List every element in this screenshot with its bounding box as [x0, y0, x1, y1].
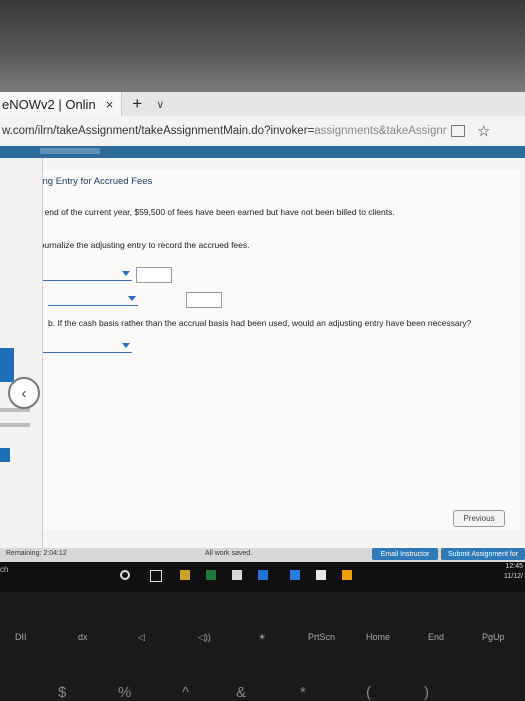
key-pgup: PgUp [482, 632, 505, 642]
key-dollar: $ [58, 684, 67, 701]
key-mute: dx [78, 632, 88, 642]
new-tab-icon[interactable]: + [132, 94, 142, 114]
url-faded: assignments&takeAssignmentSession [314, 125, 447, 137]
taskbar-search[interactable]: ch [0, 565, 8, 574]
answer-b-row [42, 342, 132, 353]
system-clock[interactable]: 12:45 11/12/ [504, 562, 523, 582]
question-b: b. If the cash basis rather than the acc… [48, 318, 472, 328]
key-ampersand: & [236, 684, 247, 701]
windows-taskbar: ch 12:45 11/12/ [0, 562, 525, 592]
browser-tab[interactable]: eNOWv2 | Onlin × [0, 92, 123, 116]
mail-icon[interactable] [258, 570, 268, 580]
site-banner [0, 146, 525, 158]
answer-b-select[interactable] [42, 342, 132, 353]
address-bar[interactable]: w.com/ilrn/takeAssignment/takeAssignment… [0, 116, 525, 147]
laptop-keyboard: DII dx ◁ ◁)) ☀ PrtScn Home End PgUp $ % … [0, 592, 525, 701]
chevron-down-icon [122, 343, 130, 348]
edge-icon[interactable] [290, 570, 300, 580]
question-intro: At the end of the current year, $59,500 … [20, 207, 395, 217]
submit-assignment-label: Submit Assignment for [447, 550, 519, 558]
tab-title: eNOWv2 | Onlin [2, 96, 96, 112]
sidebar-divider-2 [0, 423, 30, 427]
time-remaining: Remaining: 2:04:12 [6, 550, 67, 557]
key-close-paren: ) [424, 684, 429, 701]
key-open-paren: ( [366, 684, 371, 701]
clock-date: 11/12/ [504, 573, 523, 580]
key-volume-up: ◁)) [198, 632, 211, 642]
chrome-icon[interactable] [316, 570, 326, 580]
chevron-down-icon [122, 270, 130, 276]
key-end: End [428, 632, 445, 642]
key-caret: ^ [182, 684, 190, 701]
account-select-2[interactable] [48, 295, 138, 306]
assignment-footer: Remaining: 2:04:12 All work saved. Email… [0, 548, 525, 562]
sidebar-marker [0, 448, 10, 462]
key-home: Home [366, 632, 391, 642]
tab-close-icon[interactable]: × [106, 97, 114, 112]
left-sidebar [0, 158, 43, 548]
key-prtscn: PrtScn [308, 632, 336, 642]
debit-input-1[interactable] [136, 267, 172, 283]
url-main: w.com/ilrn/takeAssignment/takeAssignment… [2, 125, 315, 137]
url-text[interactable]: w.com/ilrn/takeAssignment/takeAssignment… [0, 125, 447, 137]
excel-icon[interactable] [206, 570, 216, 580]
tab-list-dropdown-icon[interactable]: ∨ [156, 98, 164, 111]
journal-row-1 [42, 267, 172, 283]
credit-input-2[interactable] [186, 292, 222, 308]
previous-label: Previous [463, 514, 495, 523]
email-instructor-button[interactable]: Email Instructor [372, 548, 438, 560]
photo-top-background [0, 0, 525, 92]
key-play-pause: DII [15, 632, 27, 642]
browser-tab-bar: eNOWv2 | Onlin × + ∨ [0, 92, 525, 117]
favorite-star-icon[interactable]: ☆ [477, 122, 490, 140]
question-a: a. Journalize the adjusting entry to rec… [26, 240, 250, 250]
banner-fade [40, 148, 100, 154]
store-icon[interactable] [232, 570, 242, 580]
chevron-down-icon [128, 295, 136, 301]
task-view-icon[interactable] [150, 570, 162, 582]
journal-row-2 [48, 292, 222, 308]
submit-assignment-button[interactable]: Submit Assignment for [441, 548, 525, 560]
question-panel: Adjusting Entry for Accrued Fees At the … [10, 170, 520, 530]
key-brightness: ☀ [258, 632, 267, 642]
save-status: All work saved. [205, 550, 253, 557]
cortana-icon[interactable] [120, 570, 130, 580]
sidebar-highlight [0, 348, 14, 382]
email-instructor-label: Email Instructor [380, 550, 430, 558]
clock-time: 12:45 [505, 563, 523, 570]
reading-view-icon[interactable] [451, 125, 465, 137]
app-icon[interactable] [342, 570, 352, 580]
key-volume-down: ◁ [138, 632, 145, 642]
key-asterisk: * [300, 684, 306, 701]
previous-button[interactable]: Previous [453, 510, 505, 527]
collapse-chevron-left-icon[interactable]: ‹ [8, 377, 40, 409]
assignment-content: Adjusting Entry for Accrued Fees At the … [0, 158, 525, 548]
file-explorer-icon[interactable] [180, 570, 190, 580]
key-percent: % [118, 684, 132, 701]
account-select-1[interactable] [42, 270, 132, 281]
